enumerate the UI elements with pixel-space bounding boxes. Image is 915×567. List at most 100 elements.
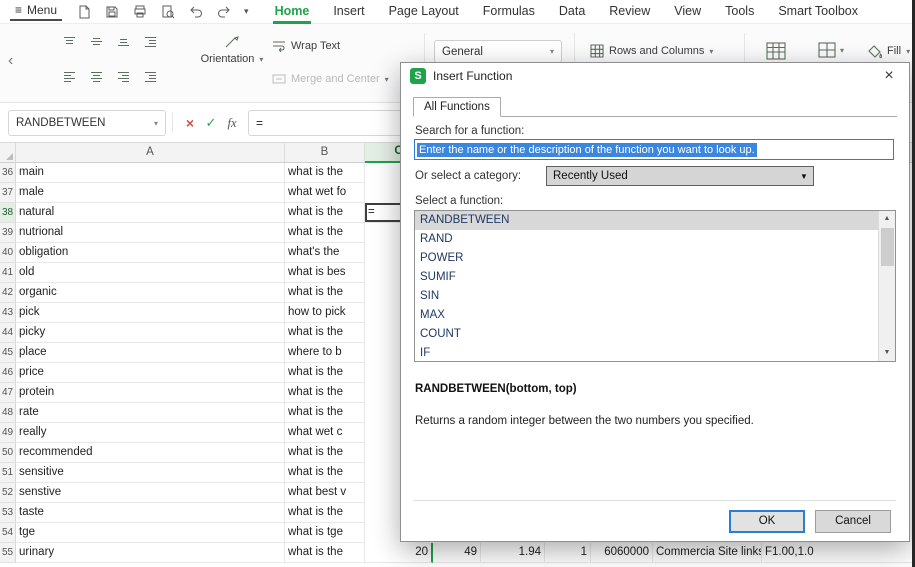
cell-B47[interactable]: what is the — [285, 383, 365, 403]
quick-access-more-button[interactable]: ▾ — [244, 6, 249, 17]
dialog-titlebar[interactable]: S Insert Function × — [401, 63, 909, 89]
cell-B39[interactable]: what is the — [285, 223, 365, 243]
align-left-button[interactable] — [63, 70, 76, 88]
cell-B46[interactable]: what is the — [285, 363, 365, 383]
function-item-if[interactable]: IF — [415, 344, 878, 361]
cell-B50[interactable]: what is the — [285, 443, 365, 463]
row-header-43[interactable]: 43 — [0, 303, 16, 323]
function-search-input[interactable]: Enter the name or the description of the… — [414, 139, 894, 160]
scrollbar-track[interactable] — [879, 267, 895, 345]
row-header-47[interactable]: 47 — [0, 383, 16, 403]
cell-A54[interactable]: tge — [16, 523, 285, 543]
cancel-entry-button[interactable]: × — [180, 110, 200, 136]
cell-A41[interactable]: old — [16, 263, 285, 283]
ok-button[interactable]: OK — [729, 510, 805, 533]
cell-B49[interactable]: what wet c — [285, 423, 365, 443]
menu-button[interactable]: ≡ Menu — [10, 2, 63, 21]
row-header-55[interactable]: 55 — [0, 543, 16, 563]
cell-A55[interactable]: urinary — [16, 543, 285, 563]
cancel-button[interactable]: Cancel — [815, 510, 891, 533]
cell-B48[interactable]: what is the — [285, 403, 365, 423]
row-header-46[interactable]: 46 — [0, 363, 16, 383]
tab-tools[interactable]: Tools — [713, 0, 766, 24]
tab-data[interactable]: Data — [547, 0, 597, 24]
tab-smart-toolbox[interactable]: Smart Toolbox — [766, 0, 870, 24]
cell-B55[interactable]: what is the — [285, 543, 365, 563]
cell-A40[interactable]: obligation — [16, 243, 285, 263]
cell-E55[interactable]: 1.94 — [481, 543, 545, 563]
cell-A53[interactable]: taste — [16, 503, 285, 523]
align-middle-button[interactable] — [90, 35, 103, 53]
cell-B52[interactable]: what best v — [285, 483, 365, 503]
row-header-52[interactable]: 52 — [0, 483, 16, 503]
cell-B40[interactable]: what's the — [285, 243, 365, 263]
cell-B43[interactable]: how to pick — [285, 303, 365, 323]
cell-A37[interactable]: male — [16, 183, 285, 203]
function-item-power[interactable]: POWER — [415, 249, 878, 268]
column-header-b[interactable]: B — [285, 143, 365, 163]
cell-A47[interactable]: protein — [16, 383, 285, 403]
function-item-max[interactable]: MAX — [415, 306, 878, 325]
cell-A38[interactable]: natural — [16, 203, 285, 223]
row-header-36[interactable]: 36 — [0, 163, 16, 183]
cell-A42[interactable]: organic — [16, 283, 285, 303]
cell-A48[interactable]: rate — [16, 403, 285, 423]
column-header-a[interactable]: A — [16, 143, 285, 163]
tab-home[interactable]: Home — [263, 0, 322, 24]
cell-B41[interactable]: what is bes — [285, 263, 365, 283]
cell-A44[interactable]: picky — [16, 323, 285, 343]
fill-button[interactable]: Fill ▾ — [868, 44, 910, 58]
row-header-40[interactable]: 40 — [0, 243, 16, 263]
row-header-45[interactable]: 45 — [0, 343, 16, 363]
new-file-button[interactable] — [76, 4, 92, 20]
row-header-39[interactable]: 39 — [0, 223, 16, 243]
function-item-sin[interactable]: SIN — [415, 287, 878, 306]
cell-A46[interactable]: price — [16, 363, 285, 383]
row-header-50[interactable]: 50 — [0, 443, 16, 463]
tab-page-layout[interactable]: Page Layout — [377, 0, 471, 24]
cell-G55[interactable]: 6060000 — [591, 543, 653, 563]
row-header-44[interactable]: 44 — [0, 323, 16, 343]
category-dropdown[interactable]: Recently Used ▼ — [546, 166, 814, 186]
number-format-dropdown[interactable]: General ▾ — [434, 40, 562, 63]
tab-view[interactable]: View — [662, 0, 713, 24]
collapse-ribbon-button[interactable]: ‹ — [8, 52, 13, 70]
cell-A50[interactable]: recommended — [16, 443, 285, 463]
close-icon[interactable]: × — [878, 67, 900, 85]
cell-B54[interactable]: what is tge — [285, 523, 365, 543]
tab-review[interactable]: Review — [597, 0, 662, 24]
save-button[interactable] — [104, 4, 120, 20]
print-preview-button[interactable] — [160, 4, 176, 20]
cell-H55[interactable]: Commercia Site links, — [653, 543, 762, 563]
cell-B45[interactable]: where to b — [285, 343, 365, 363]
function-item-randbetween[interactable]: RANDBETWEEN — [415, 211, 878, 230]
row-header-41[interactable]: 41 — [0, 263, 16, 283]
cell-C55[interactable]: 20 — [365, 543, 433, 563]
tab-formulas[interactable]: Formulas — [471, 0, 547, 24]
function-item-count[interactable]: COUNT — [415, 325, 878, 344]
function-list-scrollbar[interactable]: ▲ ▼ — [878, 211, 895, 361]
cell-A52[interactable]: senstive — [16, 483, 285, 503]
row-header-42[interactable]: 42 — [0, 283, 16, 303]
row-header-48[interactable]: 48 — [0, 403, 16, 423]
name-box[interactable]: RANDBETWEEN ▾ — [8, 110, 166, 136]
print-button[interactable] — [132, 4, 148, 20]
undo-button[interactable] — [188, 4, 204, 20]
cell-A49[interactable]: really — [16, 423, 285, 443]
cell-A43[interactable]: pick — [16, 303, 285, 323]
cell-B51[interactable]: what is the — [285, 463, 365, 483]
orientation-button[interactable]: Orientation ▾ — [192, 34, 272, 65]
row-header-38[interactable]: 38 — [0, 203, 16, 223]
cell-A45[interactable]: place — [16, 343, 285, 363]
row-header-49[interactable]: 49 — [0, 423, 16, 443]
decrease-indent-button[interactable] — [144, 35, 157, 53]
cell-F55[interactable]: 1 — [545, 543, 591, 563]
cell-D55[interactable]: 49 — [433, 543, 481, 563]
confirm-entry-button[interactable]: ✓ — [201, 110, 221, 136]
merge-center-button[interactable]: Merge and Center ▾ — [272, 73, 389, 85]
select-all-corner[interactable] — [0, 143, 16, 163]
scrollbar-thumb[interactable] — [880, 228, 894, 266]
row-header-51[interactable]: 51 — [0, 463, 16, 483]
align-center-button[interactable] — [90, 70, 103, 88]
cell-B37[interactable]: what wet fo — [285, 183, 365, 203]
